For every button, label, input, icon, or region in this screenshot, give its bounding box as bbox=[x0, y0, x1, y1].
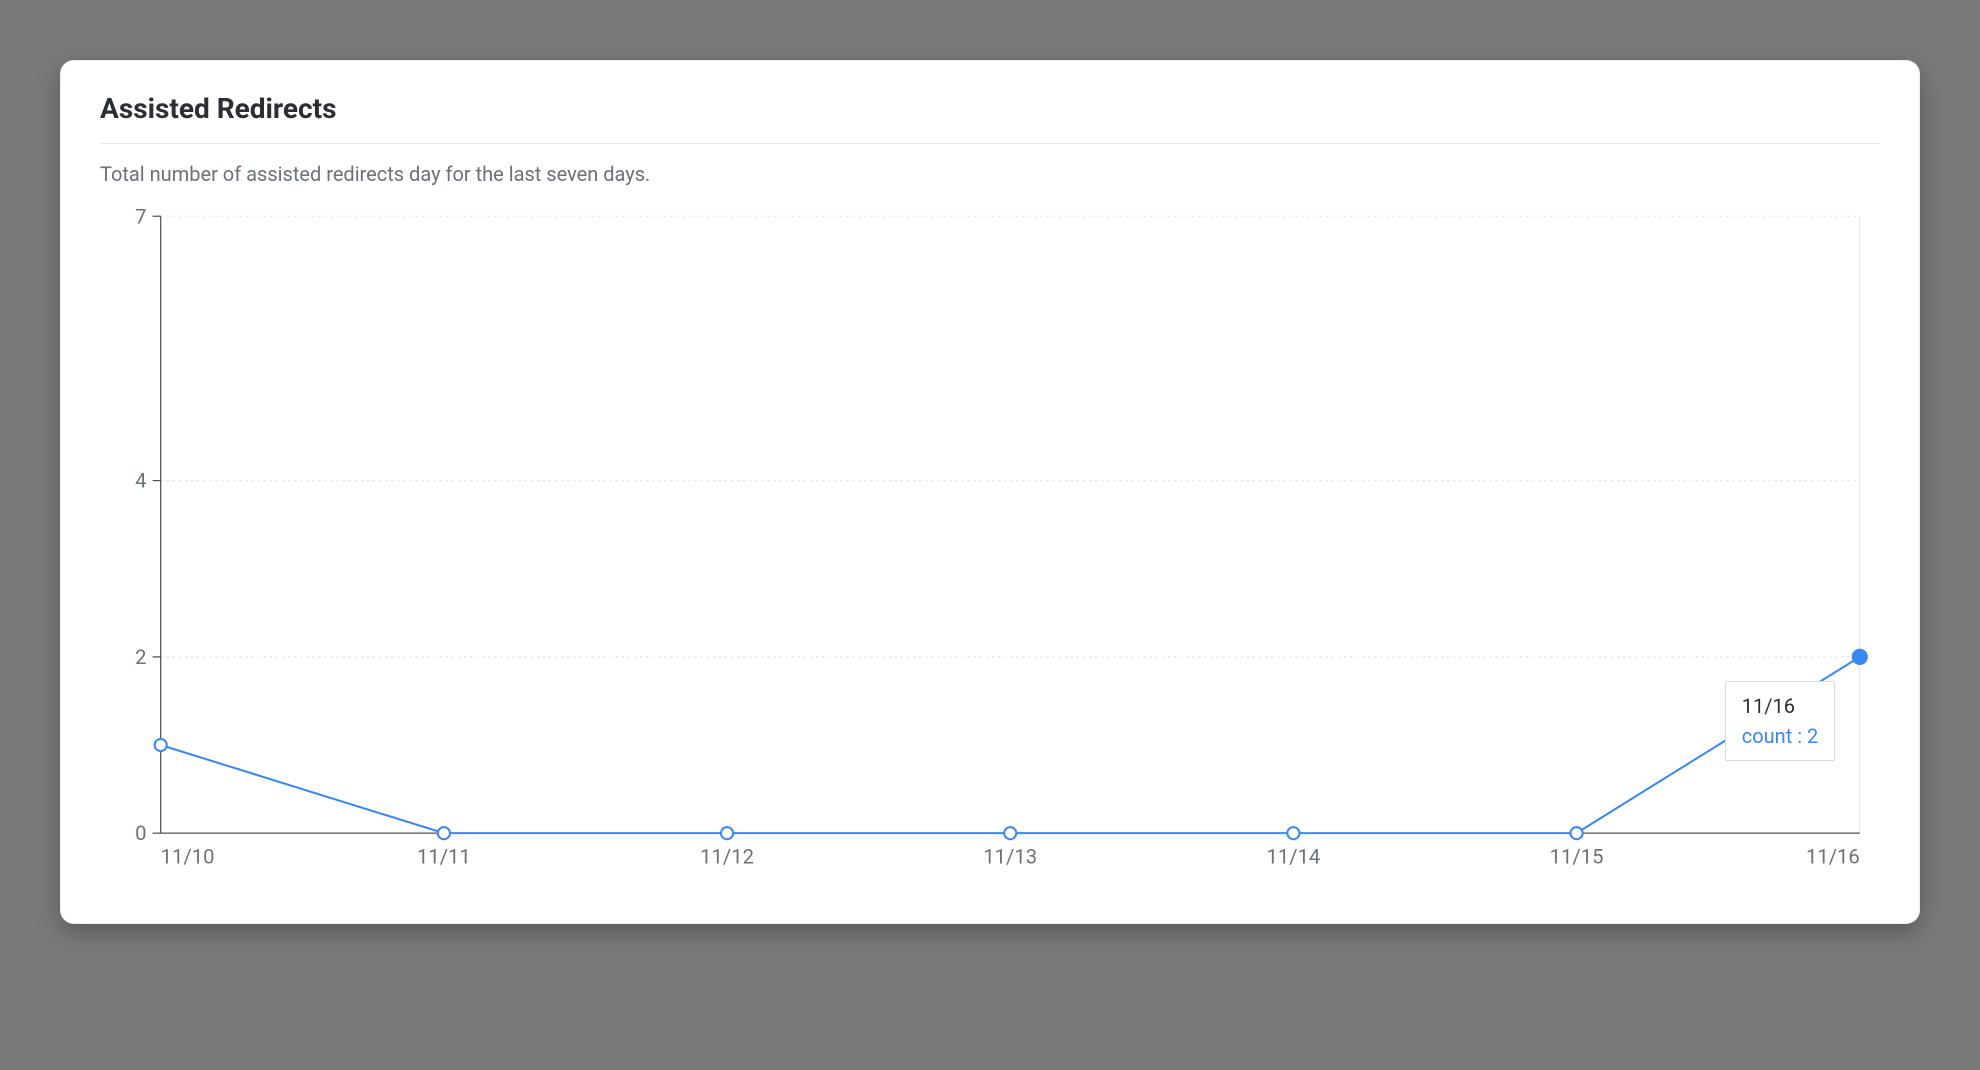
line-chart-svg[interactable]: 0 2 4 7 11/10 11/11 11/12 11/13 11/14 11/15 11/16 bbox=[100, 196, 1880, 884]
svg-text:11/12: 11/12 bbox=[700, 844, 754, 868]
tooltip-metric: count : 2 bbox=[1742, 724, 1819, 748]
svg-text:11/14: 11/14 bbox=[1267, 844, 1321, 868]
tooltip-metric-name: count bbox=[1742, 724, 1793, 748]
svg-text:7: 7 bbox=[135, 204, 146, 228]
svg-text:11/15: 11/15 bbox=[1550, 844, 1604, 868]
svg-text:11/13: 11/13 bbox=[983, 844, 1037, 868]
chart-card: Assisted Redirects Total number of assis… bbox=[60, 60, 1920, 924]
chart-area[interactable]: 0 2 4 7 11/10 11/11 11/12 11/13 11/14 11/15 11/16 … bbox=[100, 196, 1880, 884]
svg-text:2: 2 bbox=[135, 645, 146, 669]
svg-text:11/11: 11/11 bbox=[417, 844, 471, 868]
chart-tooltip: 11/16 count : 2 bbox=[1725, 681, 1836, 761]
svg-text:11/16: 11/16 bbox=[1806, 844, 1860, 868]
chart-subtitle: Total number of assisted redirects day f… bbox=[100, 162, 1880, 186]
tooltip-metric-value: 2 bbox=[1807, 724, 1818, 748]
tooltip-separator: : bbox=[1792, 724, 1807, 748]
tooltip-date: 11/16 bbox=[1742, 694, 1819, 718]
svg-text:11/10: 11/10 bbox=[161, 844, 215, 868]
chart-title: Assisted Redirects bbox=[100, 92, 1880, 144]
svg-text:4: 4 bbox=[135, 469, 146, 493]
svg-text:0: 0 bbox=[135, 821, 146, 845]
